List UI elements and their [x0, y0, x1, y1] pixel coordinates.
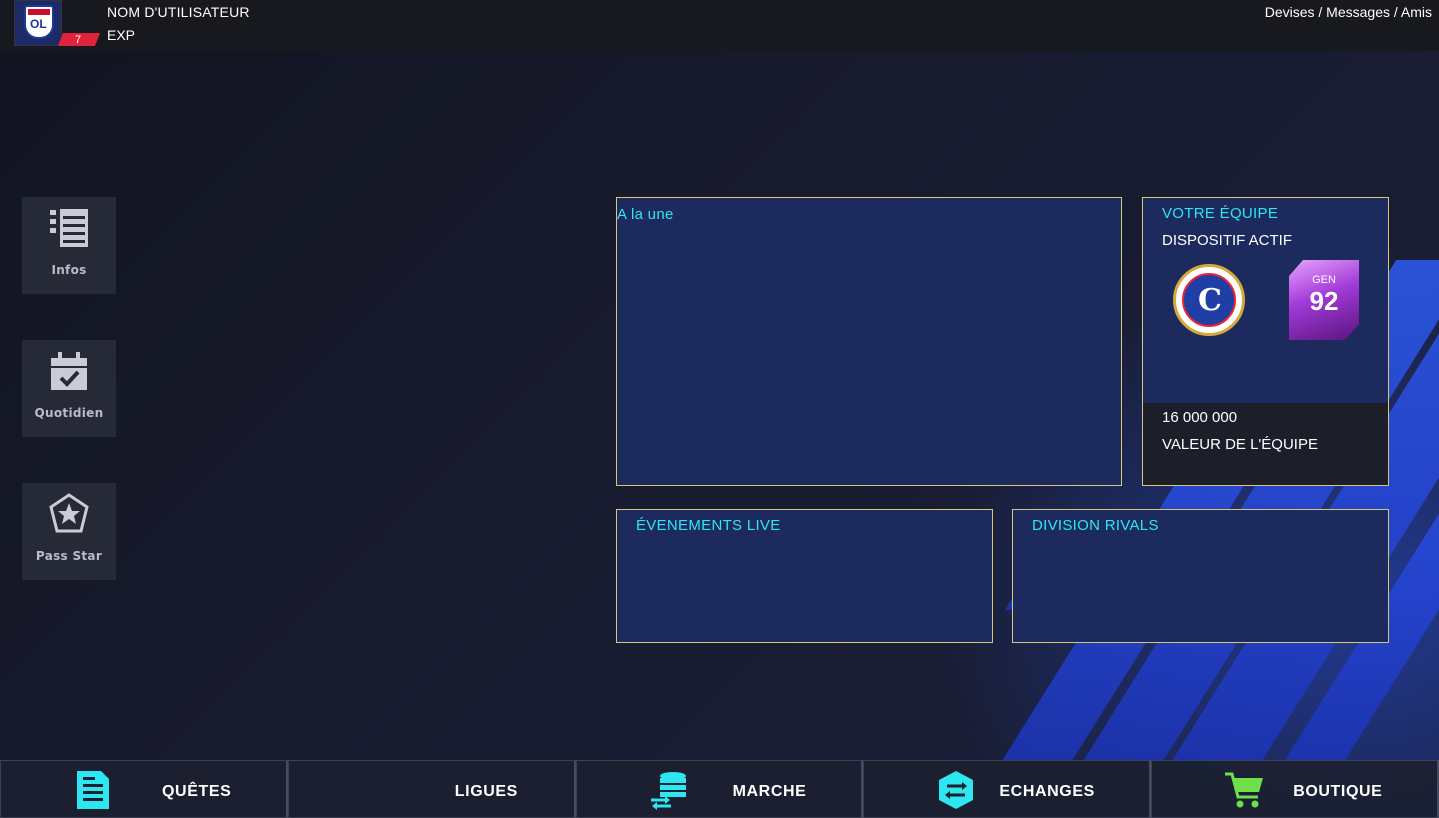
nav-label: BOUTIQUE — [1293, 783, 1383, 800]
featured-panel[interactable]: A la une — [616, 197, 1122, 486]
team-value-label: VALEUR DE L'ÉQUIPE — [1162, 436, 1318, 453]
sidebar-item-label: Pass Star — [35, 549, 103, 563]
exp-label: EXP — [107, 27, 136, 43]
division-rivals-panel[interactable]: DIVISION RIVALS — [1012, 509, 1389, 643]
username: NOM D'UTILISATEUR — [107, 4, 250, 20]
sidebar-item-label: Infos — [51, 263, 87, 277]
sidebar-item-label: Quotidien — [34, 406, 104, 420]
nav-marche[interactable]: MARCHE — [575, 760, 864, 818]
sidebar-item-pass-star[interactable]: Pass Star — [22, 483, 116, 580]
division-rivals-title: DIVISION RIVALS — [1032, 517, 1159, 534]
nav-ligues[interactable]: LIGUES — [287, 760, 576, 818]
document-icon — [77, 771, 109, 809]
sidebar-item-infos[interactable]: Infos — [22, 197, 116, 294]
nav-quetes[interactable]: QUÊTES — [0, 760, 288, 818]
club-avatar[interactable] — [14, 0, 62, 46]
team-value-section: 16 000 000 VALEUR DE L'ÉQUIPE — [1143, 403, 1388, 485]
nav-label: QUÊTES — [162, 783, 232, 800]
bottom-nav: QUÊTES LIGUES MARCHE ECHANGES BOUTIQUE — [0, 760, 1439, 818]
nav-boutique[interactable]: BOUTIQUE — [1151, 760, 1439, 818]
calendar-check-icon — [51, 352, 87, 390]
top-links[interactable]: Devises / Messages / Amis — [1265, 4, 1432, 20]
gen-value: 92 — [1309, 286, 1339, 316]
team-panel[interactable]: VOTRE ÉQUIPE DISPOSITIF ACTIF GEN 92 16 … — [1142, 197, 1389, 486]
top-bar: 7 NOM D'UTILISATEUR EXP Devises / Messag… — [0, 0, 1439, 51]
nav-label: ECHANGES — [999, 783, 1095, 800]
sidebar-item-quotidien[interactable]: Quotidien — [22, 340, 116, 437]
cart-icon — [1225, 772, 1264, 808]
team-value: 16 000 000 — [1162, 409, 1238, 426]
lyon-crest-icon — [24, 5, 54, 39]
exchange-icon — [939, 771, 974, 809]
level-badge: 7 — [58, 33, 100, 46]
gen-rating-badge: GEN 92 — [1289, 260, 1359, 340]
nav-label: LIGUES — [454, 783, 518, 800]
database-transfer-icon — [650, 772, 686, 810]
team-title: VOTRE ÉQUIPE — [1162, 205, 1279, 222]
featured-title: A la une — [617, 206, 674, 223]
nav-label: MARCHE — [732, 783, 807, 800]
list-icon — [50, 209, 88, 247]
live-events-title: ÉVENEMENTS LIVE — [636, 517, 781, 534]
live-events-panel[interactable]: ÉVENEMENTS LIVE — [616, 509, 993, 643]
chelsea-crest-icon — [1173, 264, 1245, 336]
gen-label: GEN — [1312, 274, 1336, 286]
star-badge-icon — [49, 493, 89, 533]
formation-label: DISPOSITIF ACTIF — [1162, 232, 1293, 249]
nav-echanges[interactable]: ECHANGES — [863, 760, 1152, 818]
